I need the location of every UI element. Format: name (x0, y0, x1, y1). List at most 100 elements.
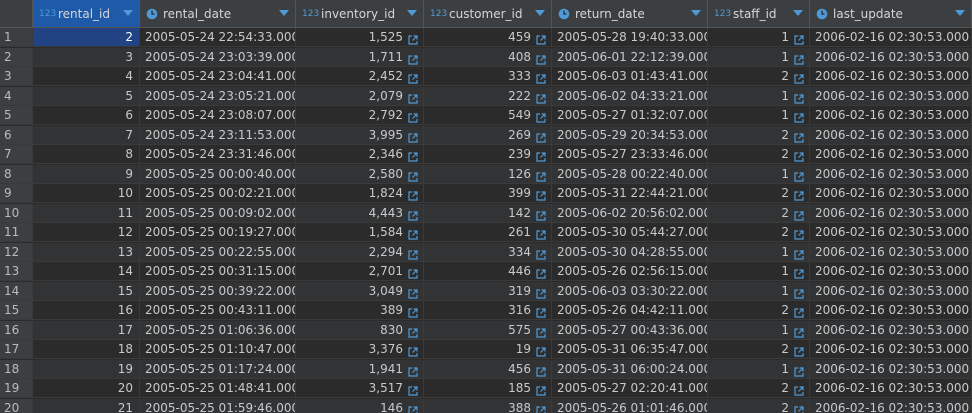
cell-inventory-id[interactable]: 2,580 (296, 165, 424, 184)
cell-return-date[interactable]: 2005-06-03 03:30:22.000 (552, 282, 708, 301)
link-icon[interactable] (536, 91, 546, 104)
cell-customer-id[interactable]: 126 (424, 165, 552, 184)
cell-rental-date[interactable]: 2005-05-25 01:10:47.000 (140, 340, 296, 359)
row-number[interactable]: 15 (0, 301, 33, 320)
table-row[interactable]: 12 13 2005-05-25 00:22:55.000 2,294 334 2005-… (0, 243, 972, 262)
cell-last-update[interactable]: 2006-02-16 02:30:53.000 (810, 360, 972, 379)
cell-rental-id[interactable]: 18 (33, 340, 140, 359)
corner-cell[interactable] (0, 0, 33, 27)
link-icon[interactable] (794, 71, 804, 84)
cell-inventory-id[interactable]: 389 (296, 301, 424, 320)
cell-return-date[interactable]: 2005-05-29 20:34:53.000 (552, 126, 708, 145)
link-icon[interactable] (536, 305, 546, 318)
link-icon[interactable] (408, 227, 418, 240)
cell-return-date[interactable]: 2005-05-27 02:20:41.000 (552, 379, 708, 398)
link-icon[interactable] (408, 305, 418, 318)
cell-staff-id[interactable]: 2 (708, 399, 810, 413)
cell-last-update[interactable]: 2006-02-16 02:30:53.000 (810, 126, 972, 145)
table-row[interactable]: 7 8 2005-05-24 23:31:46.000 2,346 239 2005-05… (0, 145, 972, 164)
cell-staff-id[interactable]: 1 (708, 165, 810, 184)
cell-staff-id[interactable]: 2 (708, 301, 810, 320)
sort-arrow-icon[interactable] (123, 10, 133, 16)
cell-inventory-id[interactable]: 4,443 (296, 204, 424, 223)
cell-inventory-id[interactable]: 2,452 (296, 67, 424, 86)
link-icon[interactable] (794, 383, 804, 396)
link-icon[interactable] (536, 403, 546, 413)
link-icon[interactable] (536, 32, 546, 45)
cell-return-date[interactable]: 2005-05-30 04:28:55.000 (552, 243, 708, 262)
cell-rental-date[interactable]: 2005-05-24 23:31:46.000 (140, 145, 296, 164)
cell-customer-id[interactable]: 334 (424, 243, 552, 262)
table-row[interactable]: 16 17 2005-05-25 01:06:36.000 830 575 2005-05… (0, 321, 972, 340)
row-number[interactable]: 18 (0, 360, 33, 379)
cell-return-date[interactable]: 2005-05-31 06:35:47.000 (552, 340, 708, 359)
cell-inventory-id[interactable]: 830 (296, 321, 424, 340)
cell-customer-id[interactable]: 575 (424, 321, 552, 340)
sort-arrow-icon[interactable] (407, 10, 417, 16)
cell-staff-id[interactable]: 1 (708, 28, 810, 47)
cell-return-date[interactable]: 2005-05-27 00:43:36.000 (552, 321, 708, 340)
cell-rental-id[interactable]: 13 (33, 243, 140, 262)
link-icon[interactable] (536, 71, 546, 84)
cell-last-update[interactable]: 2006-02-16 02:30:53.000 (810, 28, 972, 47)
table-row[interactable]: 8 9 2005-05-25 00:00:40.000 2,580 126 2005-05… (0, 165, 972, 184)
table-row[interactable]: 11 12 2005-05-25 00:19:27.000 1,584 261 2005-… (0, 223, 972, 242)
cell-rental-id[interactable]: 20 (33, 379, 140, 398)
cell-customer-id[interactable]: 269 (424, 126, 552, 145)
cell-inventory-id[interactable]: 146 (296, 399, 424, 413)
column-header-staff-id[interactable]: 123 staff_id (708, 0, 810, 27)
cell-return-date[interactable]: 2005-06-02 20:56:02.000 (552, 204, 708, 223)
link-icon[interactable] (794, 52, 804, 65)
cell-rental-id[interactable]: 2 (33, 28, 140, 47)
cell-staff-id[interactable]: 1 (708, 48, 810, 67)
row-number[interactable]: 5 (0, 106, 33, 125)
link-icon[interactable] (408, 32, 418, 45)
table-row[interactable]: 6 7 2005-05-24 23:11:53.000 3,995 269 2005-05… (0, 126, 972, 145)
link-icon[interactable] (536, 188, 546, 201)
link-icon[interactable] (536, 266, 546, 279)
table-row[interactable]: 14 15 2005-05-25 00:39:22.000 3,049 319 2005-… (0, 282, 972, 301)
column-header-last-update[interactable]: last_update (810, 0, 972, 27)
cell-inventory-id[interactable]: 2,079 (296, 87, 424, 106)
cell-customer-id[interactable]: 333 (424, 67, 552, 86)
table-row[interactable]: 19 20 2005-05-25 01:48:41.000 3,517 185 2005-… (0, 379, 972, 398)
cell-last-update[interactable]: 2006-02-16 02:30:53.000 (810, 184, 972, 203)
link-icon[interactable] (794, 286, 804, 299)
link-icon[interactable] (794, 266, 804, 279)
cell-staff-id[interactable]: 1 (708, 87, 810, 106)
cell-staff-id[interactable]: 1 (708, 262, 810, 281)
table-row[interactable]: 13 14 2005-05-25 00:31:15.000 2,701 446 2005-… (0, 262, 972, 281)
cell-inventory-id[interactable]: 3,995 (296, 126, 424, 145)
column-header-rental-id[interactable]: 123 rental_id (33, 0, 140, 27)
cell-return-date[interactable]: 2005-05-31 22:44:21.000 (552, 184, 708, 203)
cell-return-date[interactable]: 2005-05-30 05:44:27.000 (552, 223, 708, 242)
row-number[interactable]: 8 (0, 165, 33, 184)
link-icon[interactable] (536, 364, 546, 377)
cell-rental-date[interactable]: 2005-05-25 01:59:46.000 (140, 399, 296, 413)
cell-last-update[interactable]: 2006-02-16 02:30:53.000 (810, 243, 972, 262)
row-number[interactable]: 1 (0, 28, 33, 47)
link-icon[interactable] (408, 91, 418, 104)
cell-inventory-id[interactable]: 2,701 (296, 262, 424, 281)
link-icon[interactable] (794, 110, 804, 123)
sort-arrow-icon[interactable] (535, 10, 545, 16)
link-icon[interactable] (408, 325, 418, 338)
row-number[interactable]: 2 (0, 48, 33, 67)
link-icon[interactable] (408, 110, 418, 123)
cell-staff-id[interactable]: 2 (708, 223, 810, 242)
link-icon[interactable] (536, 344, 546, 357)
cell-staff-id[interactable]: 2 (708, 204, 810, 223)
link-icon[interactable] (536, 52, 546, 65)
cell-rental-id[interactable]: 17 (33, 321, 140, 340)
cell-rental-date[interactable]: 2005-05-25 00:31:15.000 (140, 262, 296, 281)
link-icon[interactable] (794, 364, 804, 377)
cell-rental-id[interactable]: 11 (33, 204, 140, 223)
cell-rental-date[interactable]: 2005-05-24 23:03:39.000 (140, 48, 296, 67)
sort-arrow-icon[interactable] (691, 10, 701, 16)
link-icon[interactable] (536, 208, 546, 221)
cell-rental-id[interactable]: 16 (33, 301, 140, 320)
link-icon[interactable] (794, 208, 804, 221)
link-icon[interactable] (536, 227, 546, 240)
cell-customer-id[interactable]: 459 (424, 28, 552, 47)
cell-rental-date[interactable]: 2005-05-24 23:08:07.000 (140, 106, 296, 125)
